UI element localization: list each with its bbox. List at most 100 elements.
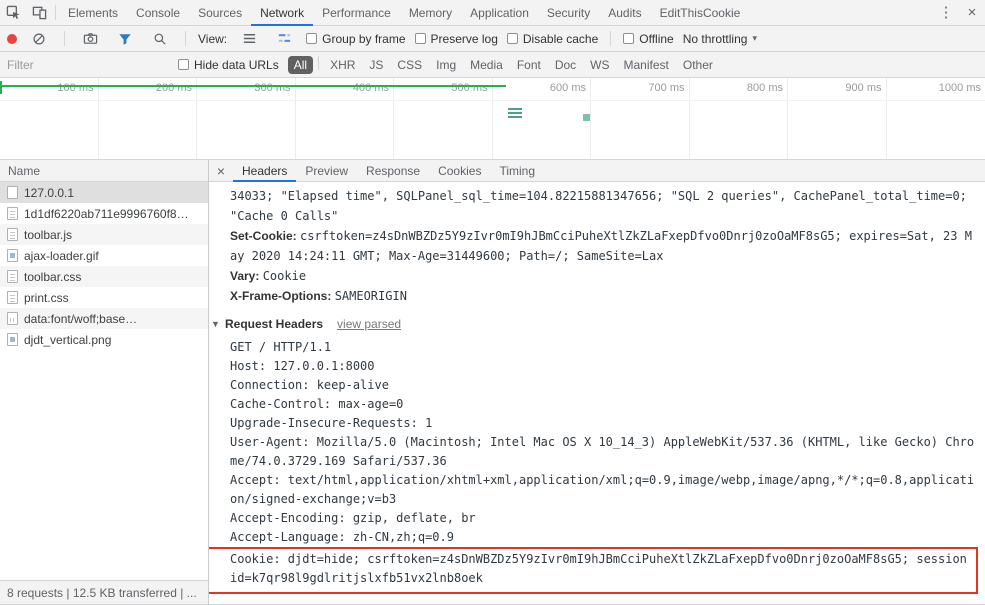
details-tab-timing[interactable]: Timing: [490, 160, 544, 181]
request-headers-title: Request Headers: [225, 317, 324, 331]
tab-security[interactable]: Security: [538, 0, 599, 25]
filter-type-media[interactable]: Media: [464, 56, 509, 74]
kebab-menu-icon[interactable]: ⋮: [933, 0, 959, 25]
triangle-expanded-icon[interactable]: ▼: [211, 314, 225, 334]
filter-funnel-icon[interactable]: [112, 32, 138, 46]
search-icon[interactable]: [147, 32, 173, 46]
view-waterfall-icon[interactable]: [271, 31, 297, 46]
screenshot-capture-icon[interactable]: [77, 31, 103, 46]
devtools-window: Elements Console Sources Network Perform…: [0, 0, 985, 605]
record-network-log-icon[interactable]: [7, 33, 17, 44]
timeline-tick: 900 ms: [788, 78, 887, 159]
timeline-start-tick: [0, 81, 2, 94]
network-filter-bar: Hide data URLs All XHR JS CSS Img Media …: [0, 52, 985, 78]
tab-network[interactable]: Network: [251, 0, 314, 26]
response-header-continuation: 34033; "Elapsed time", SQLPanel_sql_time…: [230, 189, 967, 223]
filter-type-other[interactable]: Other: [677, 56, 719, 74]
filter-type-img[interactable]: Img: [430, 56, 462, 74]
close-details-icon[interactable]: ×: [209, 160, 233, 181]
network-main-area: Name 127.0.0.1 1d1df6220ab711e9996760f8……: [0, 160, 985, 604]
hide-data-urls-label: Hide data URLs: [194, 57, 279, 72]
divider: [55, 5, 56, 20]
timeline-tick: 300 ms: [197, 78, 296, 159]
filter-type-font[interactable]: Font: [511, 56, 547, 74]
timeline-waterfall-marks: [508, 108, 522, 110]
device-toolbar-icon[interactable]: [26, 0, 52, 25]
tab-editthiscookie[interactable]: EditThisCookie: [651, 0, 750, 25]
throttling-select[interactable]: No throttling ▾: [683, 32, 757, 46]
tab-sources[interactable]: Sources: [189, 0, 251, 25]
request-row[interactable]: print.css: [0, 287, 208, 308]
network-overview-timeline[interactable]: 100 ms 200 ms 300 ms 400 ms 500 ms 600 m…: [0, 78, 985, 160]
timeline-tick: 700 ms: [591, 78, 690, 159]
disable-cache-checkbox[interactable]: Disable cache: [506, 31, 599, 46]
request-row[interactable]: 127.0.0.1: [0, 182, 208, 203]
close-devtools-icon[interactable]: ×: [959, 0, 985, 25]
script-file-icon: [7, 228, 18, 241]
request-line: GET / HTTP/1.1: [230, 340, 332, 354]
divider: [185, 31, 186, 46]
tab-memory[interactable]: Memory: [400, 0, 461, 25]
request-line: Host: 127.0.0.1:8000: [230, 359, 375, 373]
view-parsed-link[interactable]: view parsed: [337, 314, 401, 334]
group-by-frame-checkbox[interactable]: Group by frame: [306, 31, 406, 46]
request-row[interactable]: data:font/woff;base…: [0, 308, 208, 329]
request-row[interactable]: toolbar.js: [0, 224, 208, 245]
filter-type-manifest[interactable]: Manifest: [618, 56, 675, 74]
response-header-x-frame-options: X-Frame-Options: SAMEORIGIN: [230, 289, 407, 303]
timeline-tick: 100 ms: [0, 78, 99, 159]
request-line: Accept: text/html,application/xhtml+xml,…: [230, 473, 975, 506]
details-tab-preview[interactable]: Preview: [296, 160, 357, 181]
timeline-tick: 200 ms: [99, 78, 197, 159]
timeline-tick: 800 ms: [690, 78, 788, 159]
tab-application[interactable]: Application: [461, 0, 538, 25]
request-headers-section[interactable]: ▼ Request Headers view parsed: [211, 314, 979, 334]
filter-input[interactable]: [7, 57, 169, 72]
timeline-grid: 100 ms 200 ms 300 ms 400 ms 500 ms 600 m…: [0, 78, 985, 159]
view-small-rows-icon[interactable]: [236, 31, 262, 46]
request-row[interactable]: ajax-loader.gif: [0, 245, 208, 266]
tab-console[interactable]: Console: [127, 0, 189, 25]
request-row[interactable]: 1d1df6220ab711e9996760f8…: [0, 203, 208, 224]
tab-performance[interactable]: Performance: [313, 0, 400, 25]
filter-type-xhr[interactable]: XHR: [324, 56, 361, 74]
inspect-element-icon[interactable]: [0, 0, 26, 25]
preserve-log-checkbox[interactable]: Preserve log: [414, 31, 498, 46]
request-line: Upgrade-Insecure-Requests: 1: [230, 416, 433, 430]
filter-type-ws[interactable]: WS: [584, 56, 615, 74]
request-row[interactable]: toolbar.css: [0, 266, 208, 287]
details-tab-response[interactable]: Response: [357, 160, 429, 181]
stylesheet-file-icon: [7, 270, 18, 283]
group-by-frame-label: Group by frame: [322, 31, 406, 46]
clear-network-log-icon[interactable]: [26, 32, 52, 46]
disable-cache-label: Disable cache: [522, 31, 599, 46]
throttling-value: No throttling: [682, 31, 748, 46]
resource-type-filters: All XHR JS CSS Img Media Font Doc WS Man…: [287, 55, 719, 74]
details-tab-headers[interactable]: Headers: [233, 160, 297, 182]
request-row[interactable]: djdt_vertical.png: [0, 329, 208, 350]
filter-type-js[interactable]: JS: [363, 56, 389, 74]
checkbox-icon: [414, 33, 426, 44]
details-tab-cookies[interactable]: Cookies: [429, 160, 490, 181]
cookie-highlight-box: Cookie: djdt=hide; csrftoken=z4sDnWBZDz5…: [209, 547, 978, 594]
filter-type-css[interactable]: CSS: [391, 56, 428, 74]
filter-type-all[interactable]: All: [287, 55, 314, 74]
hide-data-urls-checkbox[interactable]: Hide data URLs: [178, 58, 279, 72]
offline-checkbox[interactable]: Offline: [623, 31, 674, 46]
divider: [318, 55, 320, 70]
filter-type-doc[interactable]: Doc: [549, 56, 582, 74]
tab-audits[interactable]: Audits: [599, 0, 650, 25]
response-header-set-cookie: Set-Cookie: csrftoken=z4sDnWBZDz5Y9zIvr0…: [230, 229, 972, 263]
devtools-tabbar: Elements Console Sources Network Perform…: [0, 0, 985, 26]
tab-elements[interactable]: Elements: [59, 0, 127, 25]
preserve-log-label: Preserve log: [430, 31, 498, 46]
offline-label: Offline: [639, 31, 674, 46]
request-details-panel: × Headers Preview Response Cookies Timin…: [209, 160, 985, 604]
name-column-header[interactable]: Name: [0, 160, 208, 182]
checkbox-icon: [306, 33, 318, 44]
checkbox-icon: [506, 33, 518, 44]
script-file-icon: [7, 207, 18, 220]
timeline-tick: 1000 ms: [938, 82, 981, 94]
view-label: View:: [198, 31, 228, 46]
document-file-icon: [7, 186, 18, 199]
